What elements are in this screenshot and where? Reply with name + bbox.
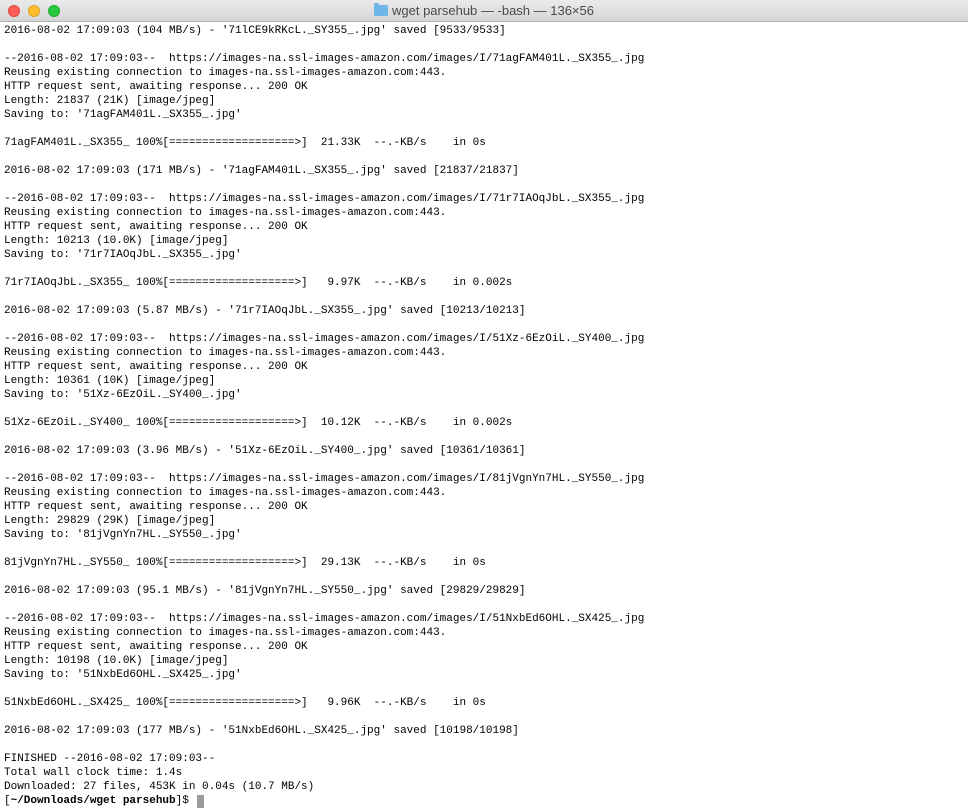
terminal-line: HTTP request sent, awaiting response... … [4,500,964,514]
terminal-line [4,402,964,416]
terminal-line: Reusing existing connection to images-na… [4,206,964,220]
terminal-line [4,710,964,724]
terminal-line [4,682,964,696]
terminal-line: Saving to: '51Xz-6EzOiL._SY400_.jpg' [4,388,964,402]
terminal-line: Saving to: '71agFAM401L._SX355_.jpg' [4,108,964,122]
terminal-line [4,738,964,752]
terminal-line: --2016-08-02 17:09:03-- https://images-n… [4,192,964,206]
terminal-line: HTTP request sent, awaiting response... … [4,80,964,94]
close-window-button[interactable] [8,5,20,17]
terminal-line [4,570,964,584]
terminal-line [4,150,964,164]
terminal-line: Saving to: '81jVgnYn7HL._SY550_.jpg' [4,528,964,542]
folder-icon [374,5,388,16]
window-titlebar: wget parsehub — -bash — 136×56 [0,0,968,22]
terminal-line: 2016-08-02 17:09:03 (171 MB/s) - '71agFA… [4,164,964,178]
terminal-line: 71agFAM401L._SX355_ 100%[===============… [4,136,964,150]
terminal-line: Reusing existing connection to images-na… [4,486,964,500]
terminal-line: Downloaded: 27 files, 453K in 0.04s (10.… [4,780,964,794]
prompt-close-bracket: ]$ [176,794,196,808]
terminal-line: 81jVgnYn7HL._SY550_ 100%[===============… [4,556,964,570]
terminal-line [4,542,964,556]
terminal-line: HTTP request sent, awaiting response... … [4,220,964,234]
terminal-line: Length: 29829 (29K) [image/jpeg] [4,514,964,528]
terminal-line [4,122,964,136]
terminal-line: Reusing existing connection to images-na… [4,66,964,80]
terminal-line: 2016-08-02 17:09:03 (95.1 MB/s) - '81jVg… [4,584,964,598]
terminal-line [4,290,964,304]
terminal-line [4,318,964,332]
terminal-line [4,38,964,52]
terminal-line: Reusing existing connection to images-na… [4,626,964,640]
cursor [197,795,204,808]
maximize-window-button[interactable] [48,5,60,17]
terminal-line: HTTP request sent, awaiting response... … [4,360,964,374]
window-controls [8,5,60,17]
terminal-line: Length: 10213 (10.0K) [image/jpeg] [4,234,964,248]
prompt-open-bracket: [ [4,794,11,808]
terminal-line: 51NxbEd6OHL._SX425_ 100%[===============… [4,696,964,710]
terminal-prompt[interactable]: [~/Downloads/wget parsehub]$ [4,794,964,808]
terminal-output[interactable]: 2016-08-02 17:09:03 (104 MB/s) - '71lCE9… [0,22,968,810]
terminal-line: --2016-08-02 17:09:03-- https://images-n… [4,472,964,486]
terminal-line: Saving to: '51NxbEd6OHL._SX425_.jpg' [4,668,964,682]
terminal-line: Saving to: '71r7IAOqJbL._SX355_.jpg' [4,248,964,262]
terminal-line: Reusing existing connection to images-na… [4,346,964,360]
terminal-line: --2016-08-02 17:09:03-- https://images-n… [4,52,964,66]
terminal-line: Length: 10198 (10.0K) [image/jpeg] [4,654,964,668]
terminal-line: HTTP request sent, awaiting response... … [4,640,964,654]
terminal-line [4,458,964,472]
window-title-text: wget parsehub — -bash — 136×56 [392,3,594,18]
terminal-line: 2016-08-02 17:09:03 (177 MB/s) - '51NxbE… [4,724,964,738]
terminal-line: --2016-08-02 17:09:03-- https://images-n… [4,612,964,626]
terminal-line: 51Xz-6EzOiL._SY400_ 100%[===============… [4,416,964,430]
terminal-line: --2016-08-02 17:09:03-- https://images-n… [4,332,964,346]
terminal-line: 2016-08-02 17:09:03 (5.87 MB/s) - '71r7I… [4,304,964,318]
terminal-line: 2016-08-02 17:09:03 (3.96 MB/s) - '51Xz-… [4,444,964,458]
prompt-path: ~/Downloads/wget parsehub [11,794,176,808]
terminal-line: Total wall clock time: 1.4s [4,766,964,780]
terminal-line: 71r7IAOqJbL._SX355_ 100%[===============… [4,276,964,290]
terminal-line [4,598,964,612]
terminal-line: FINISHED --2016-08-02 17:09:03-- [4,752,964,766]
minimize-window-button[interactable] [28,5,40,17]
terminal-line [4,178,964,192]
terminal-line [4,262,964,276]
terminal-line [4,430,964,444]
terminal-line: 2016-08-02 17:09:03 (104 MB/s) - '71lCE9… [4,24,964,38]
terminal-line: Length: 10361 (10K) [image/jpeg] [4,374,964,388]
terminal-line: Length: 21837 (21K) [image/jpeg] [4,94,964,108]
window-title: wget parsehub — -bash — 136×56 [374,3,594,18]
